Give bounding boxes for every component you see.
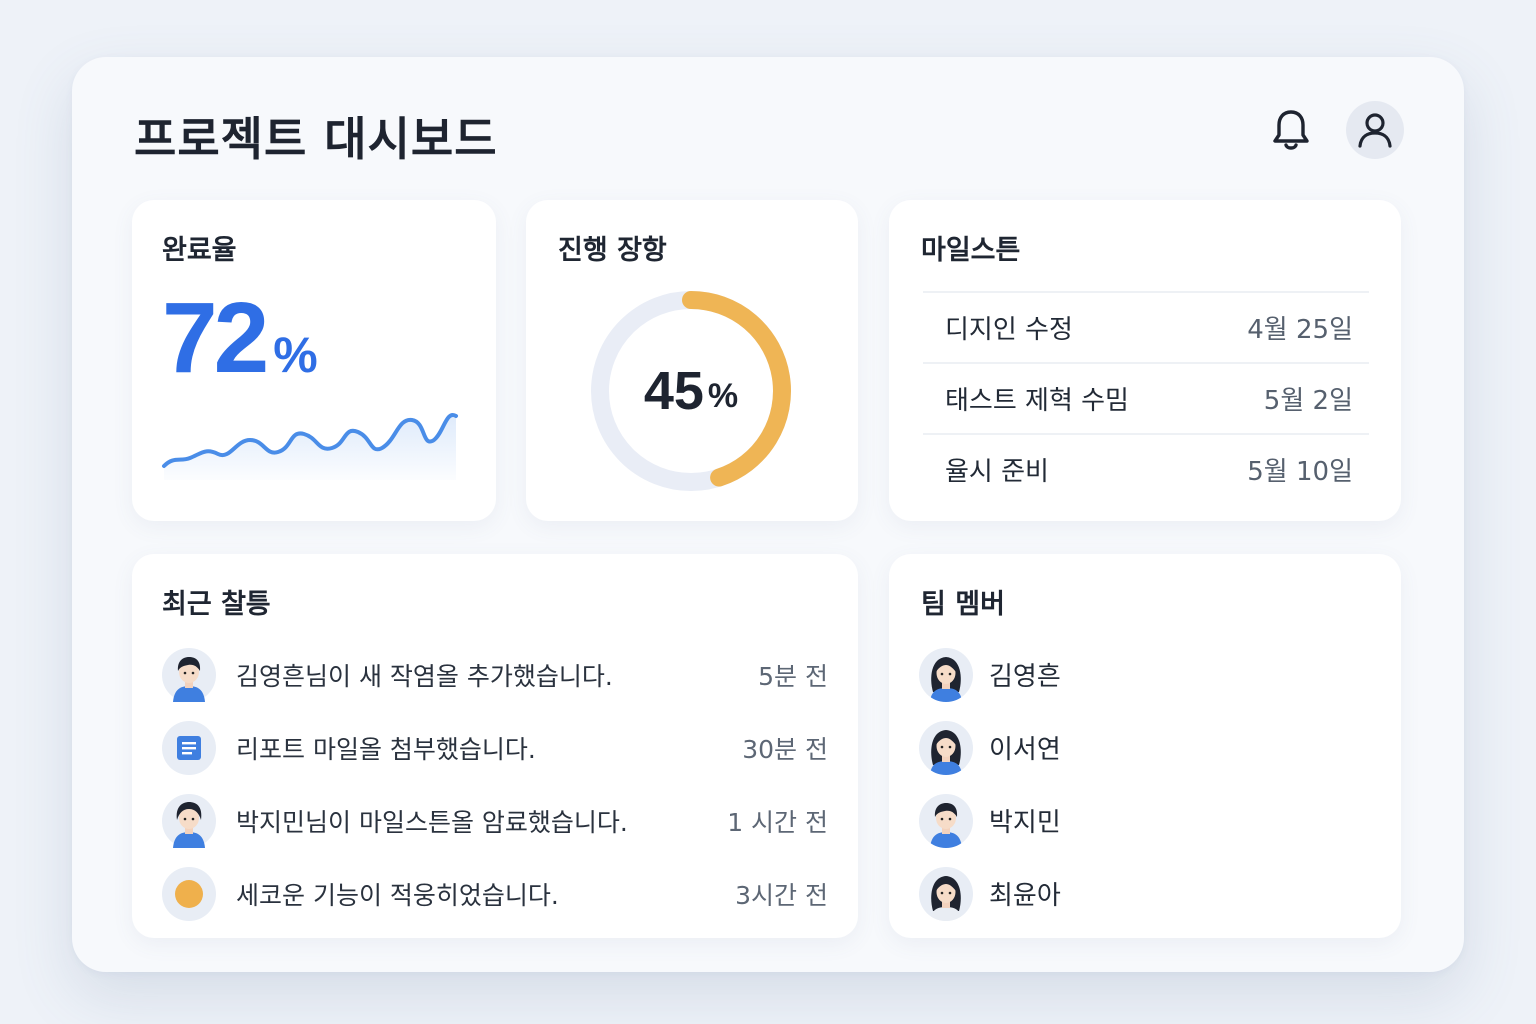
- team-member-name: 김영흔: [989, 662, 1061, 692]
- milestone-date: 5월 2일: [1263, 386, 1353, 416]
- completion-sparkline: [162, 412, 458, 480]
- avatar: [919, 793, 973, 848]
- status-dot-icon: [175, 879, 203, 908]
- team-member[interactable]: 박지민: [919, 784, 1359, 857]
- activity-icon-wrap: [162, 720, 216, 775]
- activity-item[interactable]: 김영흔님이 새 작염올 추가했습니다. 5분 전: [162, 638, 828, 711]
- bell-icon: [1273, 110, 1309, 150]
- completion-title: 완료율: [162, 235, 237, 266]
- activity-item[interactable]: 박지민님이 마일스튼올 암료했습니다. 1 시간 전: [162, 784, 828, 857]
- activity-title: 최근 찰틍: [162, 589, 271, 620]
- avatar: [162, 793, 216, 848]
- activity-time: 30분 전: [742, 734, 828, 764]
- activity-time: 1 시간 전: [727, 807, 828, 837]
- avatar: [919, 647, 973, 702]
- completion-number: 72: [162, 282, 269, 394]
- progress-value: 45 %: [586, 286, 796, 496]
- team-card: 팀 멤버 김영흔 이서연 박지민 최윤아: [889, 554, 1401, 938]
- milestone-list: 디지인 수정 4월 25일 태스트 제혁 수밈 5월 2일 율시 준비 5월 1…: [923, 291, 1369, 504]
- completion-unit: %: [273, 327, 318, 383]
- activity-text: 박지민님이 마일스튼올 암료했습니다.: [236, 807, 628, 837]
- avatar: [162, 647, 216, 702]
- activity-time: 5분 전: [758, 661, 828, 691]
- progress-number: 45: [643, 361, 704, 421]
- user-icon: [1358, 113, 1392, 148]
- team-member[interactable]: 이서연: [919, 711, 1359, 784]
- activity-item[interactable]: 리포트 마일올 첨부했습니다. 30분 전: [162, 711, 828, 784]
- activity-text: 김영흔님이 새 작염올 추가했습니다.: [236, 661, 613, 691]
- completion-value: 72 %: [162, 288, 318, 388]
- activity-text: 리포트 마일올 첨부했습니다.: [236, 734, 536, 764]
- progress-card: 진행 장항 45 %: [526, 200, 858, 521]
- avatar-female-icon: [173, 801, 205, 848]
- team-member[interactable]: 최윤아: [919, 857, 1359, 930]
- avatar-male-icon: [930, 802, 962, 848]
- milestone-item[interactable]: 디지인 수정 4월 25일: [923, 291, 1369, 362]
- progress-title: 진행 장항: [558, 235, 667, 266]
- milestone-name: 디지인 수정: [945, 315, 1073, 345]
- avatar: [919, 720, 973, 775]
- milestone-name: 율시 준비: [945, 457, 1049, 487]
- avatar-female-icon: [930, 656, 962, 702]
- milestone-item[interactable]: 태스트 제혁 수밈 5월 2일: [923, 362, 1369, 433]
- document-icon: [177, 735, 201, 760]
- team-member-name: 박지민: [989, 808, 1061, 838]
- milestones-title: 마일스튼: [921, 235, 1021, 266]
- page-title: 프로젝트 대시보드: [134, 112, 498, 166]
- team-member[interactable]: 김영흔: [919, 638, 1359, 711]
- avatar-female-icon: [930, 875, 962, 921]
- team-member-name: 최윤아: [989, 881, 1061, 911]
- avatar-male-icon: [173, 656, 205, 702]
- activity-item[interactable]: 세코운 기능이 적웅히었습니다. 3시간 전: [162, 857, 828, 930]
- progress-donut: 45 %: [586, 286, 796, 496]
- activity-icon-wrap: [162, 866, 216, 921]
- completion-card: 완료율 72 %: [132, 200, 496, 521]
- notification-button[interactable]: [1268, 105, 1314, 155]
- activity-list: 김영흔님이 새 작염올 추가했습니다. 5분 전 리포트 마일올 첨부했습니다.…: [162, 638, 828, 930]
- team-list: 김영흔 이서연 박지민 최윤아: [919, 638, 1359, 930]
- profile-button[interactable]: [1346, 101, 1404, 159]
- avatar: [919, 866, 973, 921]
- milestone-date: 4월 25일: [1247, 315, 1353, 345]
- avatar-female-icon: [930, 729, 962, 775]
- team-member-name: 이서연: [989, 735, 1061, 765]
- milestone-name: 태스트 제혁 수밈: [945, 386, 1129, 416]
- activity-text: 세코운 기능이 적웅히었습니다.: [236, 880, 559, 910]
- milestones-card: 마일스튼 디지인 수정 4월 25일 태스트 제혁 수밈 5월 2일 율시 준비…: [889, 200, 1401, 521]
- dashboard-panel: 프로젝트 대시보드 완료율 72 % 진행 장항 45 % 마일스튼 디지인 수…: [72, 57, 1464, 972]
- milestone-date: 5월 10일: [1247, 457, 1353, 487]
- activity-card: 최근 찰틍 김영흔님이 새 작염올 추가했습니다. 5분 전 리포트 마일올 첨…: [132, 554, 858, 938]
- progress-unit: %: [707, 376, 739, 415]
- activity-time: 3시간 전: [735, 880, 828, 910]
- team-title: 팀 멤버: [921, 589, 1005, 620]
- milestone-item[interactable]: 율시 준비 5월 10일: [923, 433, 1369, 504]
